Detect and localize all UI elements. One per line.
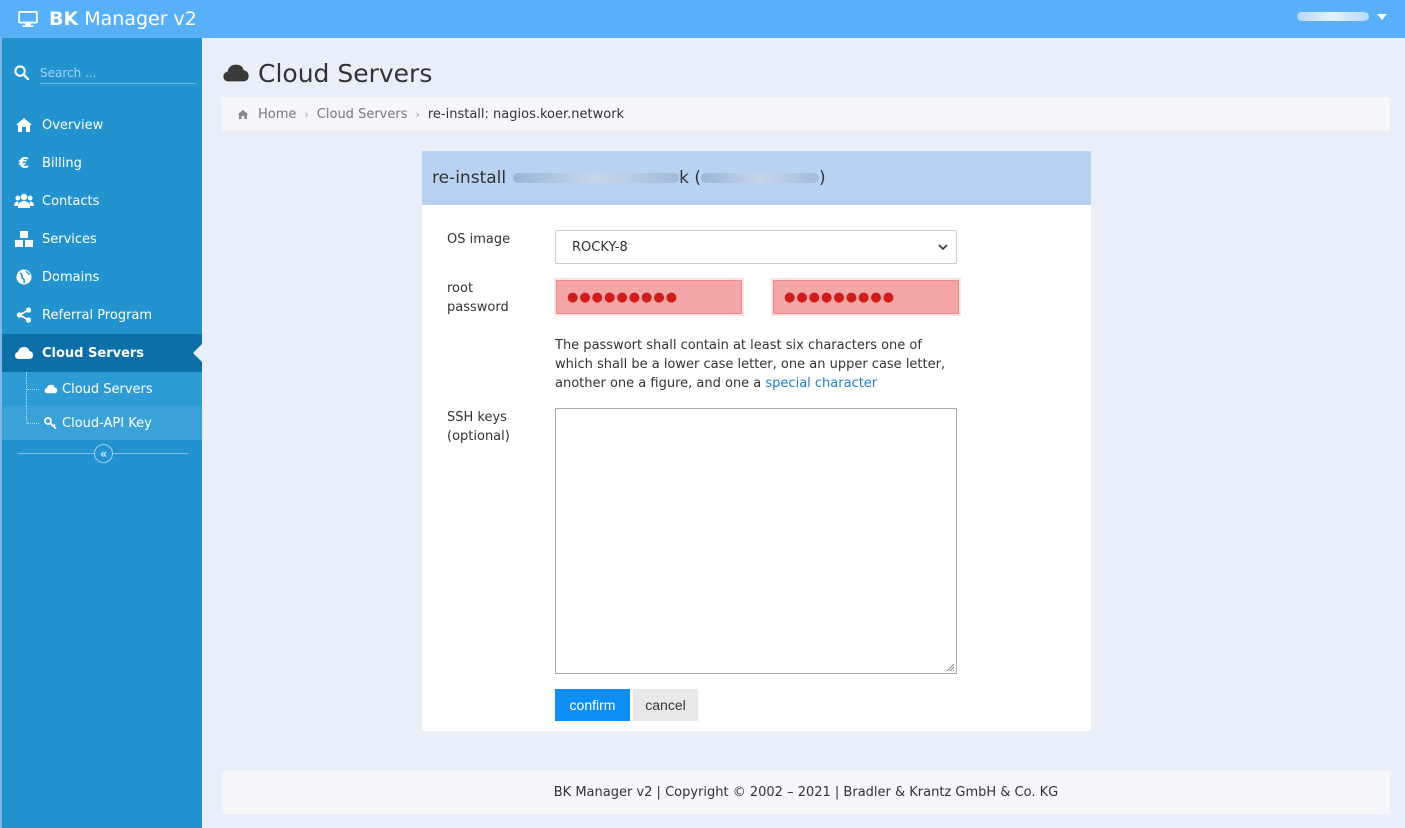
os-image-select[interactable]: ROCKY-8	[555, 230, 957, 264]
root-password-label-line2: password	[447, 300, 509, 315]
special-character-link[interactable]: special character	[765, 376, 877, 391]
resize-grip-icon[interactable]	[945, 662, 955, 672]
panel-heading-suffix: )	[818, 168, 826, 188]
users-icon	[14, 192, 34, 210]
page-title-text: Cloud Servers	[258, 58, 433, 88]
os-image-label: OS image	[447, 232, 511, 247]
confirm-button[interactable]: confirm	[555, 689, 630, 721]
monitor-icon	[18, 11, 38, 27]
app-brand[interactable]: BK Manager v2	[17, 5, 197, 33]
home-icon	[237, 109, 249, 119]
password-mask: ●●●●●●●●●	[784, 289, 896, 305]
cloud-icon	[223, 64, 249, 82]
sidebar-search	[14, 62, 198, 84]
footer: BK Manager v2 | Copyright © 2002 – 2021 …	[222, 771, 1390, 814]
sidebar-item-label: Services	[42, 231, 97, 247]
sidebar-item-services[interactable]: Services	[2, 220, 202, 258]
sidebar-subitem-cloud-api-key[interactable]: Cloud-API Key	[2, 406, 202, 440]
breadcrumb-current: re-install: nagios.koer.network	[427, 106, 625, 122]
password-mask: ●●●●●●●●●	[567, 289, 679, 305]
reinstall-panel: re-install k ( ) OS image ROCKY-8 root p…	[422, 151, 1091, 731]
share-icon	[14, 306, 34, 324]
cloud-icon	[14, 344, 34, 362]
sidebar-subitem-label: Cloud-API Key	[62, 415, 152, 431]
os-image-value: ROCKY-8	[572, 239, 628, 255]
sidebar-item-referral-program[interactable]: Referral Program	[2, 296, 202, 334]
sidebar-subitem-label: Cloud Servers	[62, 381, 153, 397]
sidebar-item-billing[interactable]: € Billing	[2, 144, 202, 182]
app-title: Manager v2	[84, 8, 197, 30]
euro-icon: €	[18, 154, 30, 172]
user-menu[interactable]	[1297, 12, 1387, 21]
sidebar-item-label: Overview	[42, 117, 104, 133]
ssh-keys-label-line1: SSH keys	[447, 410, 507, 425]
password-confirm-field[interactable]: ●●●●●●●●●	[771, 278, 961, 316]
app-title-strong: BK	[49, 8, 79, 30]
sidebar-item-contacts[interactable]: Contacts	[2, 182, 202, 220]
sidebar-item-label: Referral Program	[42, 307, 153, 323]
server-id-redacted	[700, 173, 819, 183]
password-field[interactable]: ●●●●●●●●●	[554, 278, 744, 316]
home-icon	[14, 116, 34, 134]
password-hint-text: The passwort shall contain at least six …	[555, 338, 946, 391]
sidebar-item-label: Cloud Servers	[42, 345, 145, 361]
breadcrumb: Home › Cloud Servers › re-install: nagio…	[222, 97, 1390, 131]
top-bar: BK Manager v2	[0, 0, 1405, 38]
ssh-keys-label-line2: (optional)	[447, 429, 510, 444]
search-input[interactable]	[40, 62, 196, 84]
page-title: Cloud Servers	[222, 56, 432, 90]
sidebar-nav: Overview € Billing Contacts Services Dom…	[2, 106, 203, 440]
key-icon	[44, 417, 58, 429]
breadcrumb-separator: ›	[304, 107, 309, 121]
panel-heading-mid: k (	[679, 168, 701, 188]
cubes-icon	[14, 230, 34, 248]
sidebar: Overview € Billing Contacts	[0, 38, 203, 828]
password-hint: The passwort shall contain at least six …	[555, 336, 961, 393]
breadcrumb-home[interactable]: Home	[258, 107, 296, 122]
sidebar-item-cloud-servers[interactable]: Cloud Servers	[2, 334, 203, 372]
cancel-button[interactable]: cancel	[633, 689, 698, 721]
sidebar-item-label: Contacts	[42, 193, 100, 209]
search-icon	[14, 65, 29, 80]
sidebar-item-label: Billing	[42, 155, 82, 171]
footer-text: BK Manager v2 | Copyright © 2002 – 2021 …	[553, 785, 1059, 800]
sidebar-collapse: «	[18, 444, 188, 464]
chevron-down-icon	[938, 244, 948, 251]
caret-down-icon	[1377, 13, 1387, 20]
root-password-label-line1: root	[447, 281, 474, 296]
collapse-sidebar-button[interactable]: «	[94, 444, 113, 463]
root-password-label: root password	[447, 279, 509, 317]
user-name-redacted	[1297, 12, 1369, 21]
sidebar-item-overview[interactable]: Overview	[2, 106, 202, 144]
globe-icon	[14, 268, 34, 286]
sidebar-item-domains[interactable]: Domains	[2, 258, 202, 296]
breadcrumb-separator: ›	[415, 107, 420, 121]
ssh-keys-textarea[interactable]	[555, 408, 957, 674]
cloud-icon	[44, 383, 58, 395]
server-name-redacted	[513, 173, 680, 183]
sidebar-item-label: Domains	[42, 269, 100, 285]
sidebar-subitem-cloud-servers[interactable]: Cloud Servers	[2, 372, 202, 406]
panel-heading: re-install k ( )	[422, 151, 1091, 205]
panel-heading-prefix: re-install	[432, 168, 507, 188]
breadcrumb-cloud-servers[interactable]: Cloud Servers	[317, 107, 408, 122]
ssh-keys-label: SSH keys (optional)	[447, 408, 510, 446]
